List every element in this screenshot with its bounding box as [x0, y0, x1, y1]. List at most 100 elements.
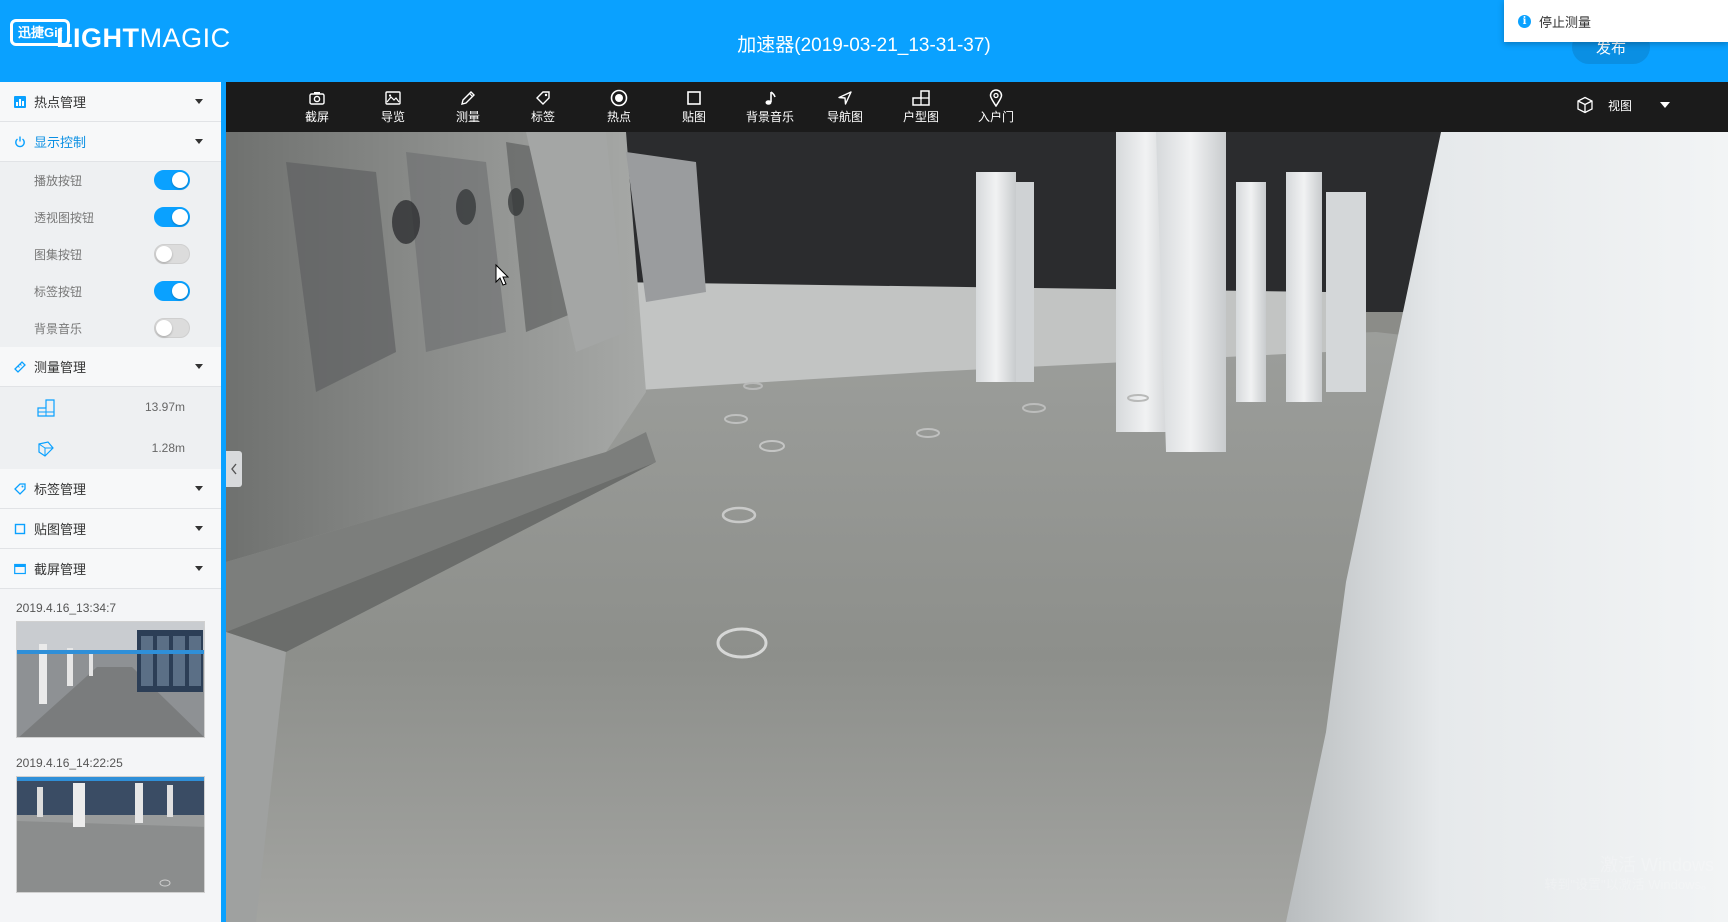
sidebar: 热点管理 显示控制 播放按钮 透视图按钮 图集按钮 标签按钮 背景音乐 测量管理… — [0, 82, 226, 922]
toggle-row-tag: 标签按钮 — [0, 273, 221, 310]
switch-knob — [172, 172, 188, 188]
measure-item[interactable]: 13.97m — [0, 387, 221, 428]
tool-label: 测量 — [455, 110, 480, 124]
measure-list: 13.97m 1.28m — [0, 387, 221, 469]
screenshot-thumbnail[interactable] — [16, 776, 205, 893]
tool-label: 导览 — [380, 110, 405, 124]
measure-item[interactable]: 1.28m — [0, 428, 221, 469]
image-icon — [363, 88, 423, 108]
sidebar-section-display[interactable]: 显示控制 — [0, 122, 221, 162]
tool-label: 截屏 — [304, 110, 329, 124]
tool-navigation-map[interactable]: 导航图 — [815, 88, 875, 125]
tag-icon — [14, 482, 26, 495]
3d-viewport[interactable]: 激活 Windows 转到"设置"以激活 Windows。 — [226, 132, 1728, 922]
tool-label: 入户门 — [977, 110, 1014, 124]
tag-button-switch[interactable] — [154, 281, 190, 301]
square-icon — [664, 88, 724, 108]
caret-down-icon — [195, 139, 203, 144]
tool-sticker[interactable]: 贴图 — [664, 88, 724, 125]
watermark-line: 激活 Windows — [1599, 854, 1714, 875]
tool-entrance-door[interactable]: 入户门 — [966, 88, 1026, 125]
tag-icon — [513, 88, 573, 108]
perspective-button-switch[interactable] — [154, 207, 190, 227]
sidebar-section-hotspot[interactable]: 热点管理 — [0, 82, 221, 122]
info-icon: i — [1518, 14, 1531, 28]
tool-background-music[interactable]: 背景音乐 — [740, 88, 800, 125]
caret-down-icon — [195, 486, 203, 491]
height-measure-icon — [36, 439, 56, 459]
switch-knob — [172, 283, 188, 299]
tool-label: 贴图 — [681, 110, 706, 124]
cube-icon — [1577, 96, 1593, 114]
sidebar-section-label: 标签管理 — [34, 482, 87, 497]
switch-knob — [156, 320, 172, 336]
top-toolbar: 截屏 导览 测量 标签 热点 贴图 背景音乐 导航图 户型图 入户门 视图 — [226, 82, 1728, 132]
toggle-label: 标签按钮 — [34, 285, 83, 299]
toggle-label: 播放按钮 — [34, 174, 83, 188]
caret-down-icon — [195, 526, 203, 531]
tool-label: 导航图 — [826, 110, 863, 124]
watermark-line: 转到"设置"以激活 Windows。 — [1544, 877, 1714, 893]
sidebar-section-label: 截屏管理 — [34, 562, 87, 577]
power-icon — [14, 136, 26, 148]
screenshot-icon — [14, 563, 26, 575]
windows-watermark: 激活 Windows 转到"设置"以激活 Windows。 — [1544, 854, 1714, 894]
view-dropdown[interactable]: 视图 — [1576, 96, 1670, 114]
tool-label: 热点 — [606, 110, 631, 124]
tool-label: 标签 — [530, 110, 555, 124]
sidebar-section-stickers[interactable]: 贴图管理 — [0, 509, 221, 549]
toggle-row-gallery: 图集按钮 — [0, 236, 221, 273]
navigation-icon — [815, 88, 875, 108]
caret-down-icon — [1660, 102, 1670, 108]
sidebar-section-label: 贴图管理 — [34, 522, 87, 537]
notification-toast: i 停止测量 — [1504, 0, 1728, 42]
background-music-switch[interactable] — [154, 318, 190, 338]
caret-down-icon — [195, 566, 203, 571]
hotspot-icon — [589, 88, 649, 108]
screenshot-item[interactable]: 2019.4.16_14:22:25 — [0, 744, 221, 893]
camera-icon — [287, 88, 347, 108]
pencil-icon — [438, 88, 498, 108]
3d-scene — [226, 132, 1728, 922]
switch-knob — [156, 246, 172, 262]
toggle-label: 透视图按钮 — [34, 211, 95, 225]
tool-tour[interactable]: 导览 — [363, 88, 423, 125]
view-label: 视图 — [1607, 98, 1632, 113]
tool-floor-plan[interactable]: 户型图 — [891, 88, 951, 125]
tool-hotspot[interactable]: 热点 — [589, 88, 649, 125]
screenshot-thumbnail[interactable] — [16, 621, 205, 738]
tool-measure[interactable]: 测量 — [438, 88, 498, 125]
toggle-row-play: 播放按钮 — [0, 162, 221, 199]
display-toggle-list: 播放按钮 透视图按钮 图集按钮 标签按钮 背景音乐 — [0, 162, 221, 347]
screenshot-item[interactable]: 2019.4.16_13:34:7 — [0, 589, 221, 738]
screenshot-time: 2019.4.16_13:34:7 — [16, 601, 117, 615]
caret-down-icon — [195, 99, 203, 104]
toggle-row-music: 背景音乐 — [0, 310, 221, 347]
tool-label: 背景音乐 — [745, 110, 794, 124]
play-button-switch[interactable] — [154, 170, 190, 190]
sidebar-section-label: 显示控制 — [34, 135, 87, 150]
notification-text: 停止测量 — [1539, 14, 1592, 30]
gallery-button-switch[interactable] — [154, 244, 190, 264]
toggle-label: 背景音乐 — [34, 322, 83, 336]
toggle-row-perspective: 透视图按钮 — [0, 199, 221, 236]
measure-value: 1.28m — [151, 441, 185, 455]
chevron-left-icon — [231, 463, 237, 475]
sidebar-collapse-button[interactable] — [226, 451, 242, 487]
caret-down-icon — [195, 364, 203, 369]
sidebar-section-tags[interactable]: 标签管理 — [0, 469, 221, 509]
toggle-label: 图集按钮 — [34, 248, 83, 262]
tool-tag[interactable]: 标签 — [513, 88, 573, 125]
square-icon — [14, 523, 26, 535]
measure-value: 13.97m — [144, 400, 185, 414]
sidebar-section-label: 热点管理 — [34, 95, 87, 110]
bar-chart-icon — [14, 95, 26, 108]
page-title: 加速器(2019-03-21_13-31-37) — [737, 35, 991, 56]
tool-label: 户型图 — [902, 110, 939, 124]
tool-screenshot[interactable]: 截屏 — [287, 88, 347, 125]
sidebar-section-screenshots[interactable]: 截屏管理 — [0, 549, 221, 589]
app-header: 迅捷Gif LIGHTMAGIC 加速器(2019-03-21_13-31-37… — [0, 0, 1728, 82]
sidebar-section-measure[interactable]: 测量管理 — [0, 347, 221, 387]
location-pin-icon — [966, 88, 1026, 108]
switch-knob — [172, 209, 188, 225]
